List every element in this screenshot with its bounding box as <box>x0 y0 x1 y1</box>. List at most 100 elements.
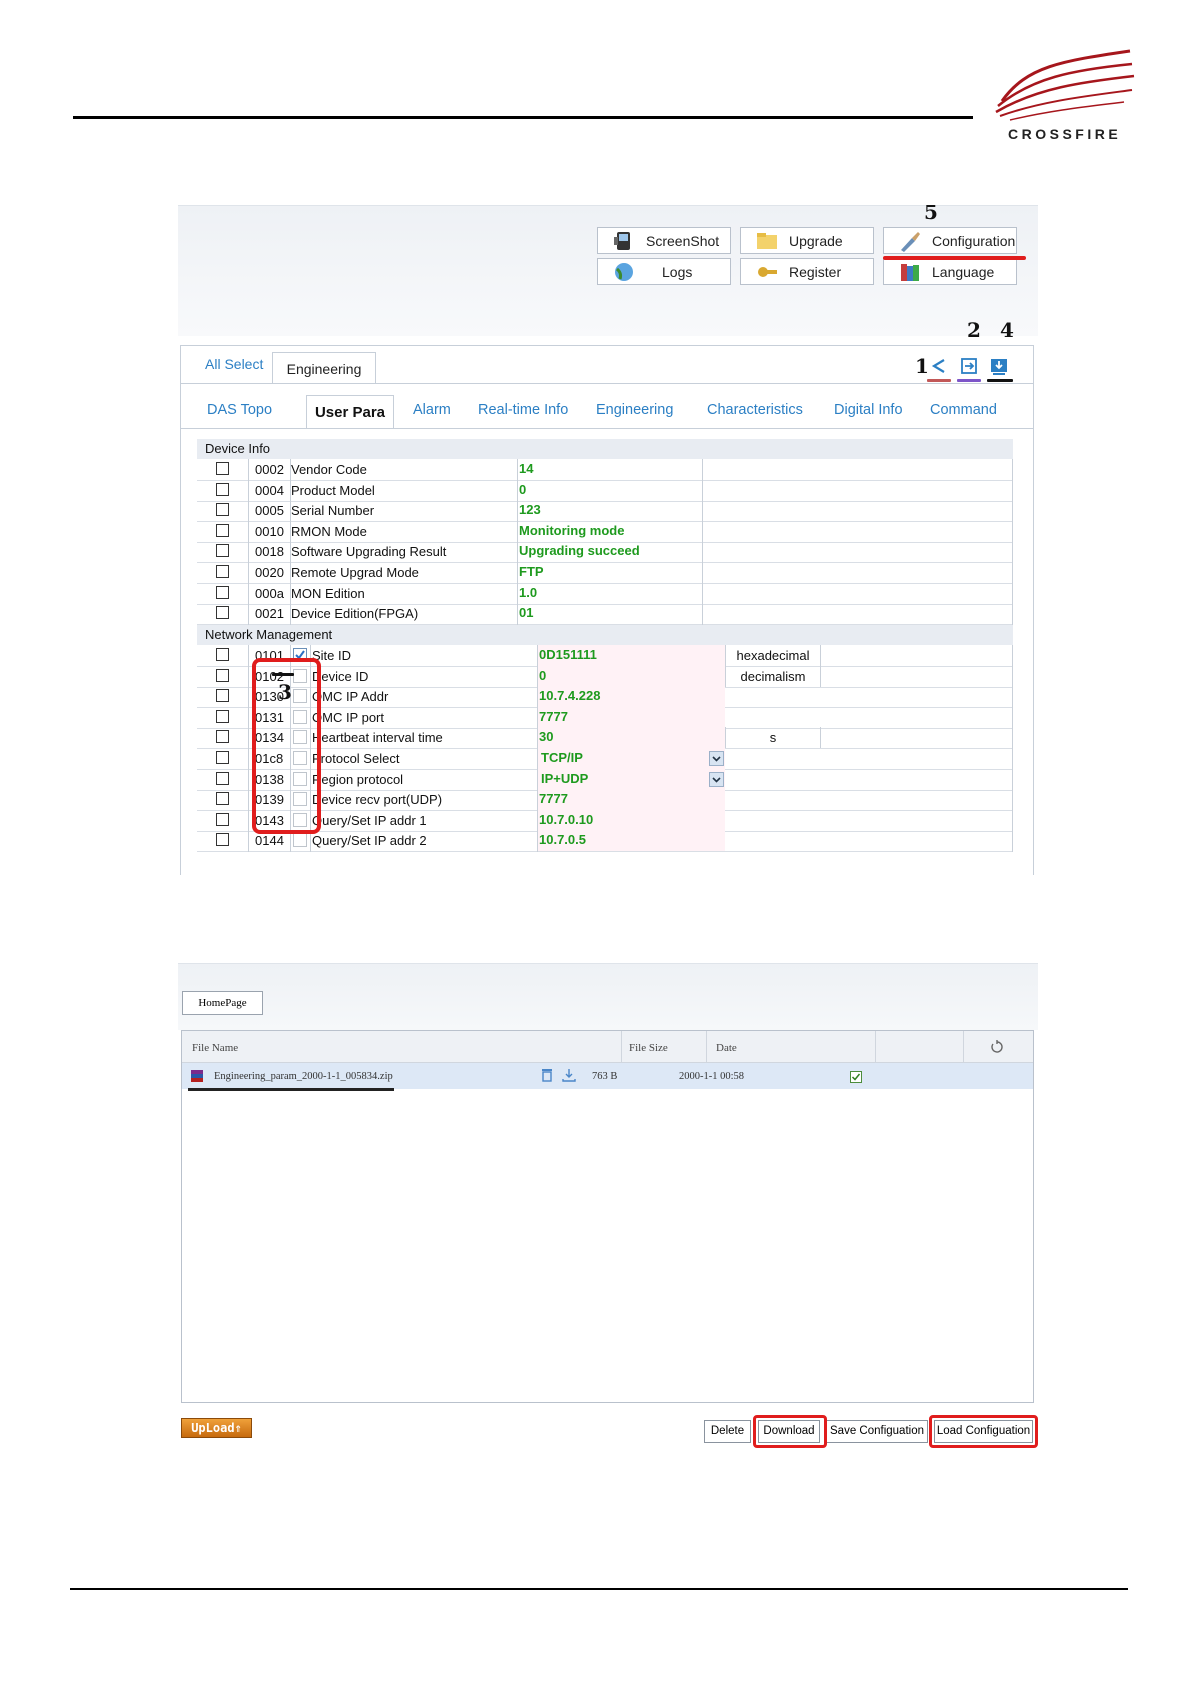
param-code: 0018 <box>255 544 284 560</box>
register-button[interactable]: Register <box>740 258 874 285</box>
param-name: Heartbeat interval time <box>312 730 443 746</box>
param-value-input[interactable]: 30 <box>539 729 553 744</box>
upgrade-button[interactable]: Upgrade <box>740 227 874 254</box>
toolbar: ScreenShot Upgrade Configuration Logs Re… <box>178 205 1038 336</box>
param-name: Region protocol <box>312 771 404 787</box>
language-button[interactable]: Language <box>883 258 1017 285</box>
param-value: 01 <box>519 605 534 621</box>
param-value-input[interactable]: TCP/IP <box>541 750 583 765</box>
param-value: 123 <box>519 502 541 518</box>
refresh-icon[interactable] <box>990 1040 1004 1054</box>
subtab-user-para[interactable]: User Para <box>306 395 394 428</box>
language-books-icon <box>901 264 919 281</box>
subtab-das-topo[interactable]: DAS Topo <box>207 402 272 418</box>
param-name: Remote Upgrad Mode <box>291 565 419 580</box>
param-value: 0 <box>519 481 527 497</box>
device-row: 0004 Product Model 0 <box>197 479 1013 502</box>
logs-button[interactable]: Logs <box>597 258 731 285</box>
row-checkbox[interactable] <box>216 709 229 723</box>
row-checkbox[interactable] <box>216 544 229 558</box>
subtab-characteristics[interactable]: Characteristics <box>707 402 803 418</box>
screenshot-button[interactable]: ScreenShot <box>597 227 731 254</box>
trash-icon[interactable] <box>541 1068 553 1082</box>
file-list: File Name File Size Date Engineering_par… <box>181 1030 1034 1403</box>
subtab-engineering[interactable]: Engineering <box>596 402 673 418</box>
save-configuation-button[interactable]: Save Configuation <box>826 1420 928 1443</box>
row-checkbox[interactable] <box>216 565 229 578</box>
param-name: MON Edition <box>291 585 365 601</box>
row-checkbox[interactable] <box>216 689 229 703</box>
row-checkbox[interactable] <box>216 503 229 517</box>
row-checkbox[interactable] <box>216 585 229 599</box>
subtab-real-time-info[interactable]: Real-time Info <box>478 402 568 418</box>
subtab-alarm[interactable]: Alarm <box>413 402 451 418</box>
row-checkbox[interactable] <box>216 833 229 847</box>
marker-2: 2 <box>967 318 981 342</box>
key-icon <box>758 267 777 277</box>
download-icon[interactable] <box>562 1068 576 1082</box>
param-value-input[interactable]: 10.7.4.228 <box>539 688 600 703</box>
param-value-input[interactable]: IP+UDP <box>541 771 588 786</box>
row-checkbox[interactable] <box>216 771 229 785</box>
param-value-input[interactable]: 0D151111 <box>539 647 597 662</box>
param-name: Query/Set IP addr 2 <box>312 833 427 849</box>
row-checkbox[interactable] <box>216 792 229 806</box>
param-name: OMC IP Addr <box>312 689 389 705</box>
param-name: Protocol Select <box>312 751 400 766</box>
param-unit: decimalism <box>740 668 806 684</box>
download-highlight <box>753 1415 827 1448</box>
param-code: 0020 <box>255 565 284 580</box>
load-configuation-highlight <box>929 1415 1038 1448</box>
param-value-input[interactable]: 7777 <box>539 791 568 806</box>
tab-engineering[interactable]: Engineering <box>272 352 376 384</box>
col-file-size[interactable]: File Size <box>629 1042 668 1054</box>
delete-button[interactable]: Delete <box>704 1420 751 1443</box>
row-checkbox[interactable] <box>216 812 229 826</box>
file-row[interactable]: Engineering_param_2000-1-1_005834.zip 76… <box>182 1063 1033 1089</box>
file-name: Engineering_param_2000-1-1_005834.zip <box>214 1071 393 1082</box>
param-value: Upgrading succeed <box>519 543 640 559</box>
param-value-input[interactable]: 10.7.0.10 <box>539 812 593 827</box>
row-checkbox[interactable] <box>216 606 229 620</box>
row-checkbox[interactable] <box>216 648 229 661</box>
param-value: 14 <box>519 461 534 476</box>
screenshot-user-para: ScreenShot Upgrade Configuration Logs Re… <box>178 205 1038 875</box>
row-checkbox[interactable] <box>216 751 229 764</box>
col-date[interactable]: Date <box>716 1042 737 1054</box>
row-checkbox[interactable] <box>216 668 229 682</box>
param-value-input[interactable]: 7777 <box>539 709 568 724</box>
param-name: Device recv port(UDP) <box>312 792 443 808</box>
download-save-icon[interactable] <box>989 356 1009 376</box>
row-checkbox[interactable] <box>216 462 229 475</box>
share-icon[interactable] <box>929 356 949 376</box>
file-size: 763 B <box>592 1071 618 1082</box>
chevron-down-icon[interactable] <box>709 771 724 787</box>
param-code: 0021 <box>255 606 284 622</box>
parameter-panel: All Select Engineering 1 DAS Topo User P… <box>180 345 1034 875</box>
write-checkbox[interactable] <box>293 833 307 848</box>
tab-all-select[interactable]: All Select <box>205 356 263 372</box>
chevron-down-icon[interactable] <box>709 751 724 766</box>
param-value-input[interactable]: 0 <box>539 668 546 683</box>
section-network-management: Network Management <box>197 625 1013 645</box>
param-name: Device Edition(FPGA) <box>291 606 419 622</box>
homepage-button[interactable]: HomePage <box>182 991 263 1015</box>
device-row: 0002 Vendor Code 14 <box>197 459 1013 481</box>
row-checkbox[interactable] <box>216 482 229 496</box>
col-file-name[interactable]: File Name <box>192 1042 238 1054</box>
param-value-input[interactable]: 10.7.0.5 <box>539 832 586 847</box>
crossfire-logo: CROSSFIRE <box>992 46 1140 146</box>
param-value: FTP <box>519 564 544 579</box>
file-date: 2000-1-1 00:58 <box>679 1071 745 1082</box>
configuration-button[interactable]: Configuration <box>883 227 1017 254</box>
subtab-digital-info[interactable]: Digital Info <box>834 402 903 418</box>
row-checkbox[interactable] <box>216 730 229 744</box>
row-checkbox[interactable] <box>216 523 229 537</box>
file-checkbox[interactable] <box>850 1071 862 1083</box>
marker-4: 4 <box>1000 318 1014 342</box>
param-value: Monitoring mode <box>519 522 625 538</box>
subtab-command[interactable]: Command <box>930 402 997 418</box>
export-icon[interactable] <box>959 356 979 376</box>
screenshot-file-manager: HomePage File Name File Size Date Engine… <box>178 963 1038 1463</box>
upload-button[interactable]: UpLoad⇑ <box>181 1418 252 1438</box>
